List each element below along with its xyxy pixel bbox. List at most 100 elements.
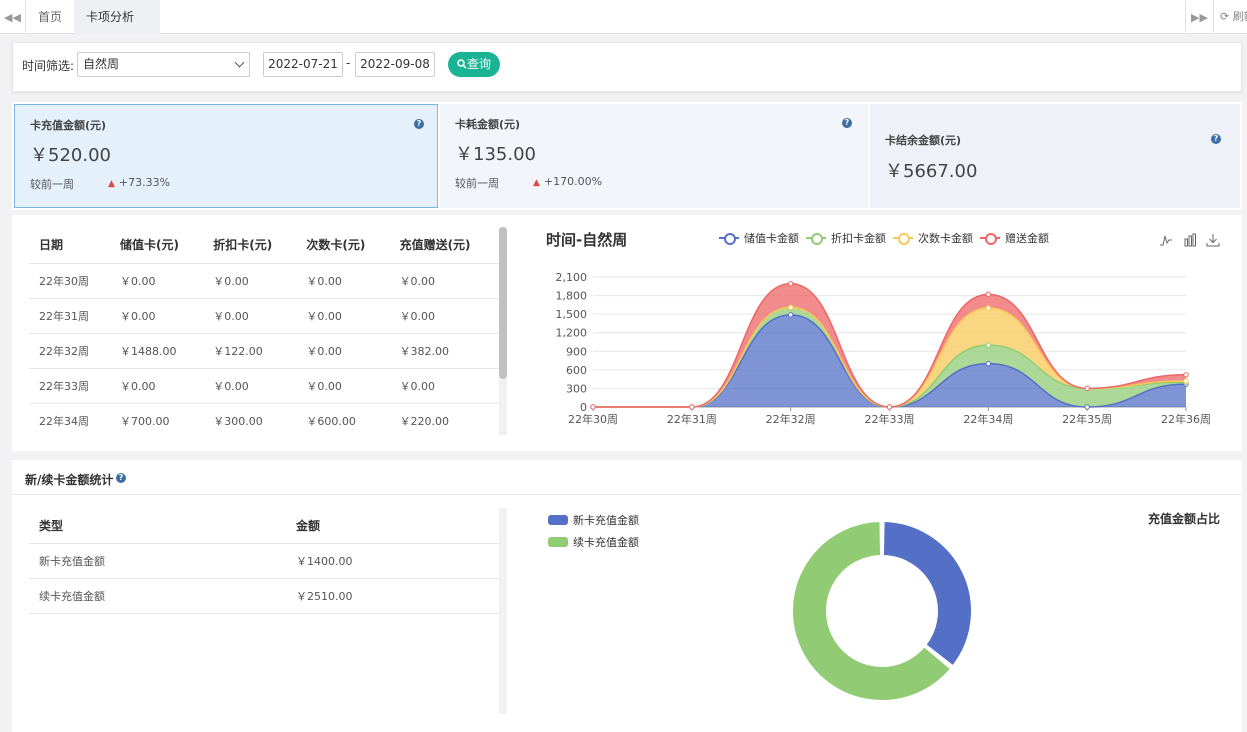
scrollbar-thumb[interactable] bbox=[499, 227, 507, 379]
table-cell: ￥0.00 bbox=[296, 262, 390, 298]
tab-label: 卡项分析 bbox=[86, 10, 135, 24]
data-point bbox=[1183, 372, 1189, 378]
data-point bbox=[787, 304, 794, 311]
arrow-up-icon: ▲ bbox=[533, 178, 540, 188]
end-date-input[interactable]: 2022-09-08 bbox=[355, 52, 435, 77]
date-separator: - bbox=[346, 56, 351, 70]
table-cell: ￥300.00 bbox=[203, 402, 297, 438]
legend-label: 续卡充值金额 bbox=[573, 536, 639, 549]
table-cell: ￥1400.00 bbox=[286, 542, 499, 578]
card-title: 卡结余金额(元) bbox=[885, 134, 962, 147]
tab-bar: ◀◀ 首页 卡项分析× ▶▶ ⟳ 刷新 bbox=[0, 0, 1247, 57]
table-row: 续卡充值金额 ￥2510.00 bbox=[29, 577, 499, 614]
y-tick-label: 300 bbox=[566, 382, 587, 395]
compare-label: 较前一周 bbox=[455, 177, 499, 190]
table-cell: ￥0.00 bbox=[110, 297, 204, 333]
table-row: 22年33周 ￥0.00 ￥0.00 ￥0.00 ￥0.00 bbox=[29, 367, 499, 403]
question-circle-icon[interactable]: ? bbox=[842, 118, 852, 128]
table-cell: 22年31周 bbox=[29, 297, 111, 333]
data-point bbox=[1183, 378, 1189, 384]
tab-card-analysis[interactable]: 卡项分析× bbox=[74, 0, 160, 57]
donut-slice[interactable] bbox=[881, 520, 973, 668]
download-icon[interactable] bbox=[1206, 233, 1220, 247]
table-cell: ￥0.00 bbox=[110, 367, 204, 403]
table-row: 22年34周 ￥700.00 ￥300.00 ￥600.00 ￥220.00 bbox=[29, 402, 499, 438]
y-tick-label: 1,500 bbox=[556, 308, 588, 321]
data-point bbox=[787, 280, 794, 287]
donut-title: 充值金额占比 bbox=[1148, 512, 1221, 526]
filter-bar: 时间筛选: 自然周 2022-07-21 - 2022-09-08 查询 bbox=[12, 42, 1242, 92]
card-title: 卡耗金额(元) bbox=[455, 118, 521, 131]
legend-item-discount[interactable]: 折扣卡金额 bbox=[806, 230, 886, 246]
legend-swatch bbox=[548, 515, 568, 525]
table-cell: ￥1488.00 bbox=[110, 332, 204, 368]
table-cell: 22年33周 bbox=[29, 367, 111, 403]
data-point bbox=[985, 342, 992, 348]
bar-chart-icon[interactable] bbox=[1183, 233, 1197, 247]
legend-label: 新卡充值金额 bbox=[573, 514, 639, 527]
question-circle-icon[interactable]: ? bbox=[414, 119, 424, 129]
y-tick-label: 2,100 bbox=[556, 271, 588, 284]
query-button[interactable]: 查询 bbox=[448, 52, 500, 77]
new-renew-panel: 新/续卡金额统计 ? 类型 金额 新卡充值金额 ￥1400.00 续卡充值金额 ￥25… bbox=[12, 460, 1242, 732]
table-cell: ￥0.00 bbox=[203, 367, 297, 403]
legend-label: 折扣卡金额 bbox=[831, 232, 886, 245]
table-cell: ￥122.00 bbox=[203, 332, 297, 368]
stat-cards: 卡充值金额(元) ? ￥520.00 较前一周 ▲ +73.33% 卡耗金额(元)… bbox=[12, 102, 1242, 210]
question-circle-icon[interactable]: ? bbox=[1211, 134, 1221, 144]
table-cell: 22年34周 bbox=[29, 402, 111, 438]
line-chart-icon[interactable] bbox=[1159, 233, 1173, 247]
refresh-icon: ⟳ bbox=[1220, 10, 1230, 23]
table-cell: ￥600.00 bbox=[296, 402, 390, 438]
recharge-amount-card[interactable]: 卡充值金额(元) ? ￥520.00 较前一周 ▲ +73.33% bbox=[14, 104, 438, 208]
table-header-row: 类型 金额 bbox=[29, 508, 499, 543]
data-point bbox=[1084, 404, 1090, 410]
query-label: 查询 bbox=[466, 57, 491, 71]
question-circle-icon[interactable]: ? bbox=[116, 473, 126, 483]
chevron-down-icon bbox=[234, 57, 245, 68]
tab-home[interactable]: 首页 bbox=[26, 0, 74, 34]
time-filter-label: 时间筛选: bbox=[22, 59, 75, 73]
table-cell: ￥0.00 bbox=[389, 262, 499, 298]
legend-item-new[interactable]: 新卡充值金额 bbox=[548, 512, 639, 528]
legend-line-icon bbox=[719, 233, 739, 245]
change-value: ▲ +73.33% bbox=[108, 176, 170, 189]
consumption-amount-card[interactable]: 卡耗金额(元) ? ￥135.00 较前一周 ▲ +170.00% bbox=[440, 104, 868, 208]
weekly-panel: 日期 储值卡(元) 折扣卡(元) 次数卡(元) 充值赠送(元) 22年30周 ￥0… bbox=[12, 215, 1242, 451]
legend-line-icon bbox=[893, 233, 913, 245]
period-select[interactable]: 自然周 bbox=[77, 52, 250, 77]
table-cell: ￥0.00 bbox=[296, 297, 390, 333]
legend-label: 赠送金额 bbox=[1005, 232, 1049, 245]
table-cell: ￥0.00 bbox=[296, 367, 390, 403]
start-date-input[interactable]: 2022-07-21 bbox=[263, 52, 343, 77]
data-point bbox=[590, 404, 596, 410]
table-cell: 新卡充值金额 bbox=[29, 542, 286, 578]
legend-item-stored[interactable]: 储值卡金额 bbox=[719, 230, 799, 246]
legend-item-gift[interactable]: 赠送金额 bbox=[980, 230, 1049, 246]
legend-item-renew[interactable]: 续卡充值金额 bbox=[548, 534, 639, 550]
table-scrollbar[interactable] bbox=[499, 227, 507, 435]
legend-item-count[interactable]: 次数卡金额 bbox=[893, 230, 973, 246]
double-chevron-right-icon[interactable]: ▶▶ bbox=[1185, 0, 1213, 34]
data-point bbox=[985, 291, 992, 298]
table-cell: ￥220.00 bbox=[389, 402, 499, 438]
data-point bbox=[886, 404, 893, 410]
col-stored-card: 储值卡(元) bbox=[120, 238, 180, 253]
table-scrollbar[interactable] bbox=[499, 508, 507, 714]
legend-swatch bbox=[548, 537, 568, 547]
refresh-button[interactable]: ⟳ 刷新 bbox=[1213, 0, 1247, 34]
table-cell: ￥0.00 bbox=[389, 297, 499, 333]
table-row: 22年32周 ￥1488.00 ￥122.00 ￥0.00 ￥382.00 bbox=[29, 332, 499, 368]
col-date: 日期 bbox=[39, 238, 64, 253]
x-tick-label: 22年34周 bbox=[963, 412, 1013, 426]
search-icon bbox=[457, 59, 467, 69]
balance-amount-card[interactable]: 卡结余金额(元) ? ￥5667.00 bbox=[870, 104, 1240, 208]
card-title: 卡充值金额(元) bbox=[30, 119, 107, 132]
change-value: ▲ +170.00% bbox=[533, 175, 602, 188]
x-tick-label: 22年36周 bbox=[1161, 412, 1211, 426]
double-chevron-left-icon[interactable]: ◀◀ bbox=[0, 0, 26, 34]
refresh-label: 刷新 bbox=[1232, 10, 1247, 23]
table-cell: 22年30周 bbox=[29, 262, 111, 298]
legend-line-icon bbox=[980, 233, 1000, 245]
legend-label: 次数卡金额 bbox=[918, 232, 973, 245]
